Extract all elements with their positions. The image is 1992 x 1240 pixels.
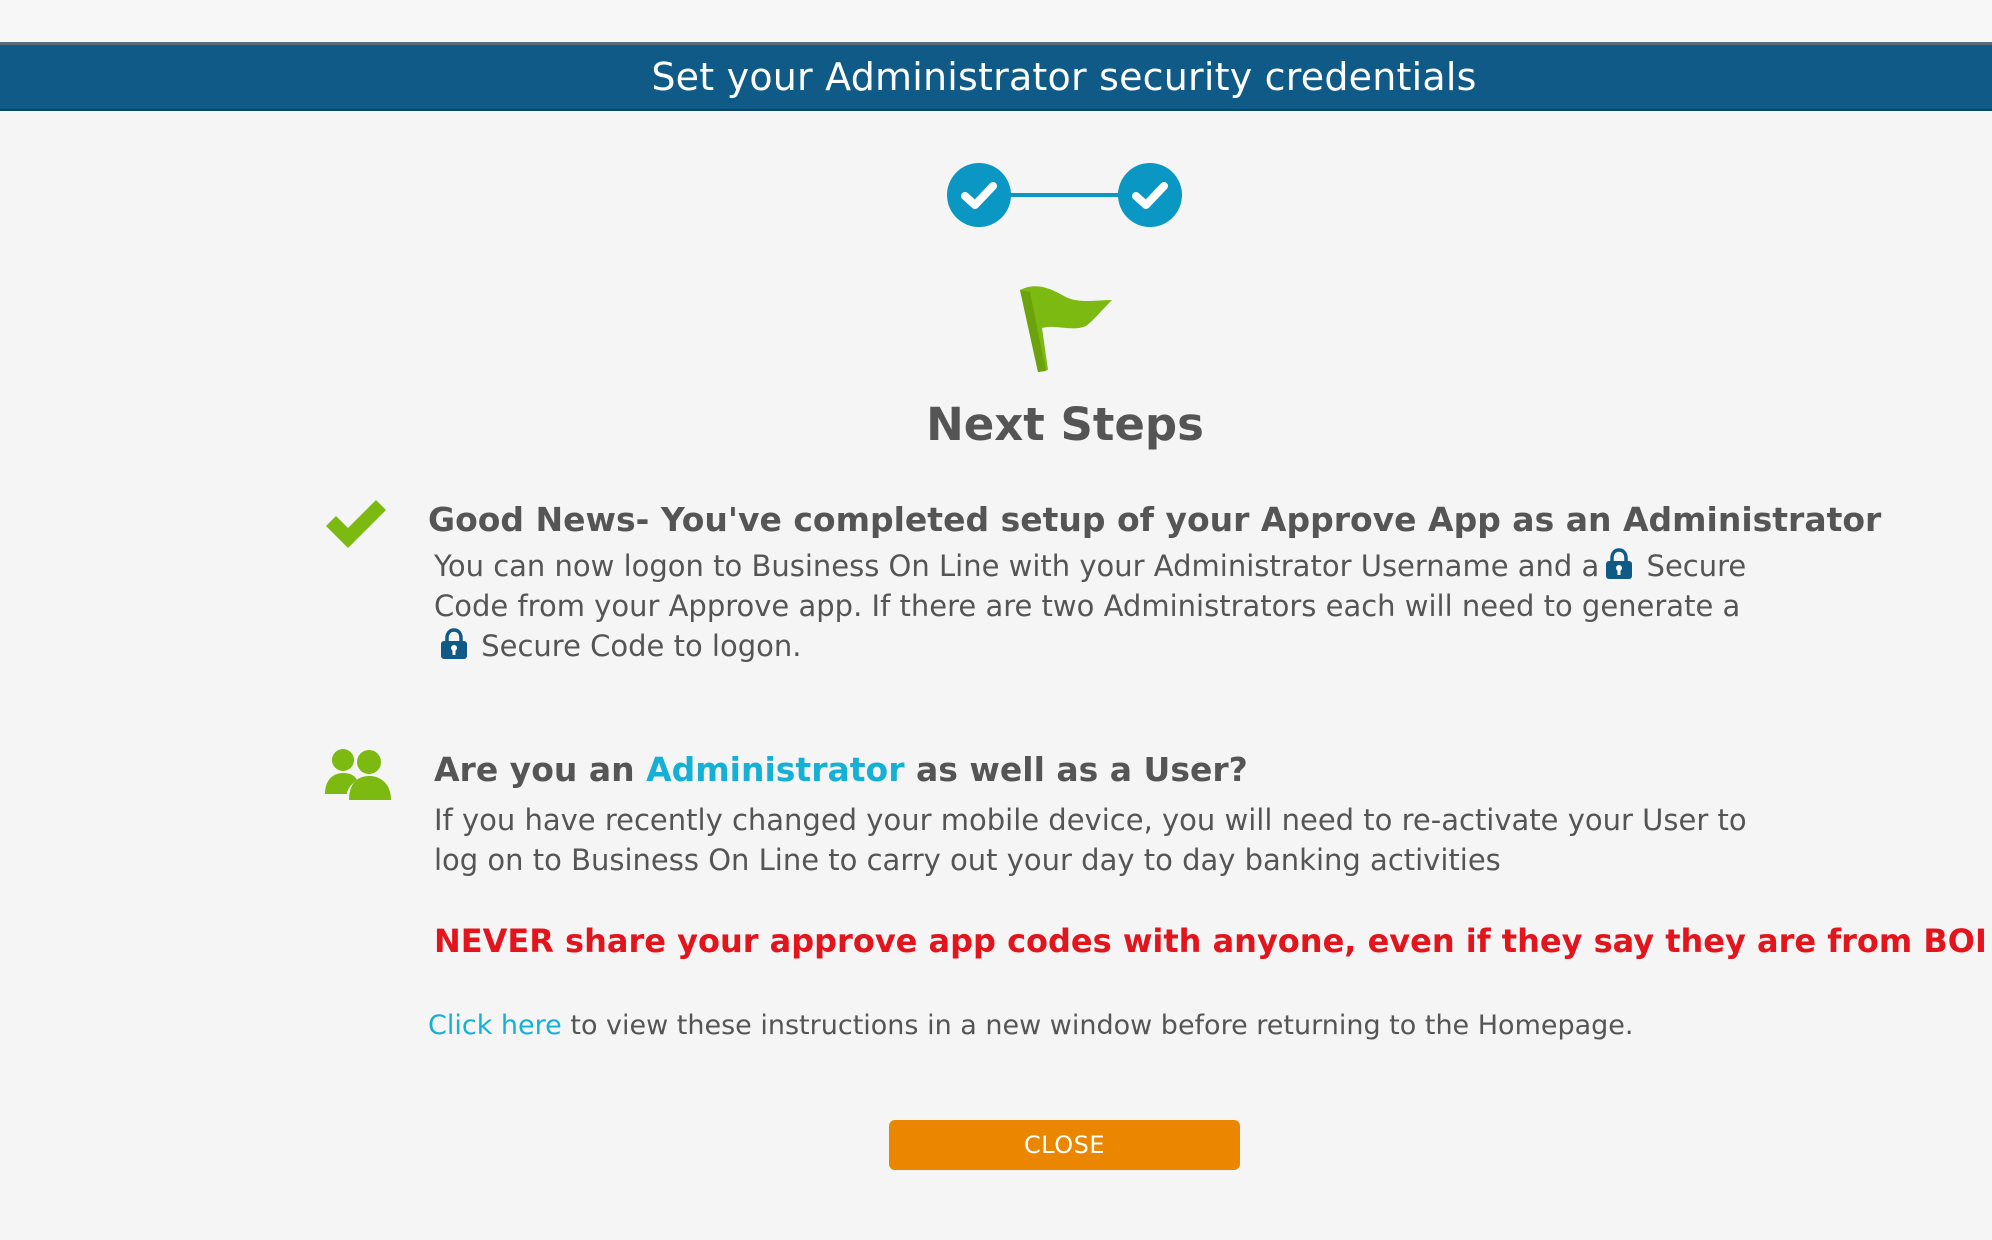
step-1-complete [947,163,1011,227]
admin-user-heading: Are you an Administrator as well as a Us… [434,750,1248,789]
security-warning: NEVER share your approve app codes with … [434,922,1987,960]
flag-icon [1020,286,1112,372]
instructions-line: Click here to view these instructions in… [428,1010,1634,1041]
next-steps-heading: Next Steps [926,398,1204,451]
setup-complete-heading: Good News- You've completed setup of you… [428,500,1882,539]
instructions-text: to view these instructions in a new wind… [570,1010,1634,1041]
title-bar: Set your Administrator security credenti… [0,45,1992,111]
click-here-link[interactable]: Click here [428,1010,562,1041]
stepper-connector [1007,193,1122,197]
setup-complete-body: You can now logon to Business On Line wi… [434,546,1754,666]
close-button[interactable]: CLOSE [889,1120,1240,1170]
step-2-complete [1118,163,1182,227]
heading-prefix: Are you an [434,750,635,789]
top-strip [0,0,1992,45]
heading-suffix: as well as a User? [915,750,1248,789]
admin-user-body: If you have recently changed your mobile… [434,803,1747,877]
lock-icon [441,628,467,659]
users-icon [325,749,391,800]
check-icon [1132,182,1168,209]
body-text-part3: Secure Code to logon. [481,629,802,663]
progress-stepper [947,163,1184,227]
lock-icon [1606,548,1633,579]
check-icon [961,182,997,209]
page-title: Set your Administrator security credenti… [651,55,1477,99]
check-icon [326,500,386,548]
administrator-link[interactable]: Administrator [646,750,904,789]
body-text-part1: You can now logon to Business On Line wi… [434,549,1600,583]
